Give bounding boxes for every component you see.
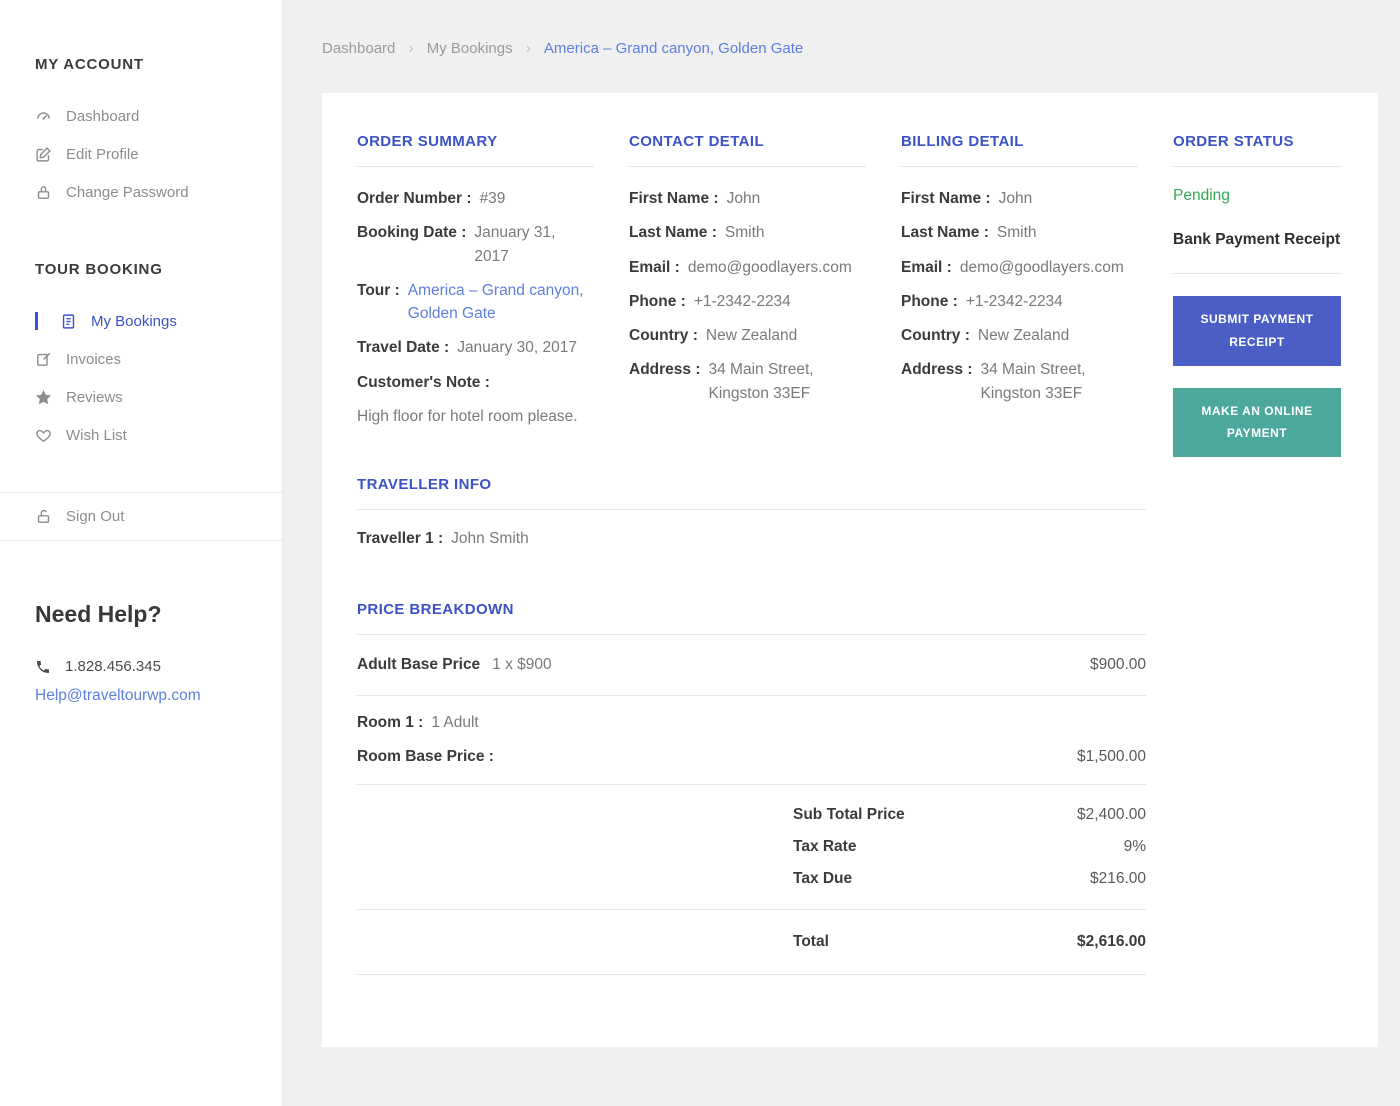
sidebar-item-wish-list[interactable]: Wish List — [35, 416, 264, 454]
heart-icon — [36, 429, 51, 442]
breadcrumb-my-bookings[interactable]: My Bookings — [427, 40, 513, 57]
billing-last-name: Last Name : Smith — [901, 224, 1037, 242]
grand-total-block: Total $2,616.00 — [357, 910, 1146, 976]
billing-detail-title: BILLING DETAIL — [901, 128, 1138, 167]
room-base-price-row: Room Base Price : $1,500.00 — [357, 748, 1146, 766]
billing-first-name: First Name : John — [901, 190, 1033, 207]
active-indicator — [35, 312, 38, 330]
bank-payment-receipt-label: Bank Payment Receipt — [1173, 231, 1341, 274]
contact-last-name: Last Name : Smith — [629, 224, 765, 242]
sidebar-item-invoices[interactable]: Invoices — [35, 340, 264, 378]
account-menu: Dashboard Edit Profile Change Password — [35, 97, 264, 211]
chevron-right-icon: › — [525, 39, 531, 57]
booking-menu: My Bookings Invoices Reviews Wish List — [35, 302, 264, 454]
sidebar-item-my-bookings[interactable]: My Bookings — [35, 302, 264, 340]
sidebar-item-label: Wish List — [66, 426, 127, 444]
submit-payment-receipt-button[interactable]: SUBMIT PAYMENT RECEIPT — [1173, 296, 1341, 366]
tour-link[interactable]: America – Grand canyon, Golden Gate — [408, 279, 594, 326]
signout-lock-icon — [37, 509, 50, 523]
billing-email: Email : demo@goodlayers.com — [901, 258, 1124, 276]
sidebar-item-label: Change Password — [66, 183, 189, 201]
sidebar-item-dashboard[interactable]: Dashboard — [35, 97, 264, 135]
contact-first-name: First Name : John — [629, 190, 761, 207]
price-breakdown-title: PRICE BREAKDOWN — [357, 596, 1146, 636]
help-phone: 1.828.456.345 — [35, 658, 264, 675]
booking-detail-card: ORDER SUMMARY Order Number : #39 Booking… — [322, 93, 1378, 1047]
help-email-link[interactable]: Help@traveltourwp.com — [35, 687, 201, 705]
edit-icon — [36, 146, 51, 162]
chevron-right-icon: › — [408, 39, 414, 57]
sidebar-item-reviews[interactable]: Reviews — [35, 378, 264, 416]
sidebar: MY ACCOUNT Dashboard Edit Profile Change… — [0, 0, 283, 1106]
customer-note-label: Customer's Note : — [357, 373, 490, 391]
sub-total-row: Sub Total Price $2,400.00 — [793, 806, 1146, 824]
phone-icon — [37, 660, 49, 673]
traveller-row: Traveller 1 : John Smith — [357, 530, 529, 548]
lock-icon — [37, 185, 50, 199]
tax-due-row: Tax Due $216.00 — [793, 870, 1146, 888]
order-summary-title: ORDER SUMMARY — [357, 128, 594, 167]
adult-base-price-row: Adult Base Price 1 x $900 $900.00 — [357, 635, 1146, 697]
order-status-title: ORDER STATUS — [1173, 128, 1341, 167]
booking-date-field: Booking Date : January 31, 2017 — [357, 224, 556, 265]
sidebar-item-sign-out[interactable]: Sign Out — [35, 493, 264, 540]
sidebar-item-label: Invoices — [66, 350, 122, 368]
breadcrumb-current-page: America – Grand canyon, Golden Gate — [543, 40, 804, 57]
totals-block: Sub Total Price $2,400.00 Tax Rate 9% Ta… — [357, 785, 1146, 911]
breadcrumb: Dashboard › My Bookings › America – Gran… — [322, 40, 1378, 57]
sidebar-item-label: Edit Profile — [66, 145, 139, 163]
sidebar-item-label: Sign Out — [66, 508, 125, 525]
price-breakdown-section: PRICE BREAKDOWN Adult Base Price 1 x $90… — [357, 596, 1146, 976]
sidebar-account-title: MY ACCOUNT — [35, 56, 144, 73]
sidebar-item-label: Dashboard — [66, 107, 140, 125]
invoice-icon — [37, 352, 51, 366]
sidebar-item-edit-profile[interactable]: Edit Profile — [35, 135, 264, 173]
sidebar-item-change-password[interactable]: Change Password — [35, 173, 264, 211]
contact-phone: Phone : +1-2342-2234 — [629, 292, 791, 310]
billing-detail-section: BILLING DETAIL First Name : John Last Na… — [901, 128, 1138, 457]
contact-address: Address : 34 Main Street, Kingston 33EF — [629, 361, 814, 402]
tour-field: Tour : America – Grand canyon, Golden Ga… — [357, 279, 594, 326]
status-badge: Pending — [1173, 187, 1230, 204]
total-row: Total $2,616.00 — [793, 933, 1146, 951]
contact-detail-section: CONTACT DETAIL First Name : John Last Na… — [629, 128, 866, 457]
dashboard-icon — [37, 111, 50, 120]
need-help-title: Need Help? — [35, 601, 162, 627]
room-occupancy-row: Room 1 : 1 Adult — [357, 714, 479, 732]
star-icon — [35, 389, 52, 404]
order-status-section: ORDER STATUS Pending Bank Payment Receip… — [1173, 128, 1341, 458]
room-block: Room 1 : 1 Adult Room Base Price : $1,50… — [357, 696, 1146, 786]
bookings-icon — [62, 313, 75, 329]
sidebar-item-label: My Bookings — [91, 312, 177, 330]
sidebar-booking-title: TOUR BOOKING — [35, 261, 163, 278]
order-summary-section: ORDER SUMMARY Order Number : #39 Booking… — [357, 128, 594, 457]
traveller-info-title: TRAVELLER INFO — [357, 471, 1146, 511]
billing-phone: Phone : +1-2342-2234 — [901, 292, 1063, 310]
contact-email: Email : demo@goodlayers.com — [629, 258, 852, 276]
traveller-info-section: TRAVELLER INFO Traveller 1 : John Smith — [357, 471, 1146, 548]
contact-country: Country : New Zealand — [629, 327, 798, 344]
travel-date-field: Travel Date : January 30, 2017 — [357, 339, 577, 357]
sidebar-divider — [0, 540, 282, 541]
main-content: Dashboard › My Bookings › America – Gran… — [283, 0, 1400, 1047]
breadcrumb-dashboard[interactable]: Dashboard — [322, 40, 395, 57]
contact-detail-title: CONTACT DETAIL — [629, 128, 866, 167]
customer-note-text: High floor for hotel room please. — [357, 407, 578, 425]
order-number-field: Order Number : #39 — [357, 190, 506, 207]
billing-address: Address : 34 Main Street, Kingston 33EF — [901, 361, 1086, 402]
sidebar-item-label: Reviews — [66, 388, 123, 406]
detail-columns: ORDER SUMMARY Order Number : #39 Booking… — [357, 128, 1343, 458]
billing-country: Country : New Zealand — [901, 327, 1070, 344]
help-phone-number: 1.828.456.345 — [65, 658, 161, 675]
make-online-payment-button[interactable]: MAKE AN ONLINE PAYMENT — [1173, 387, 1341, 458]
tax-rate-row: Tax Rate 9% — [793, 838, 1146, 856]
